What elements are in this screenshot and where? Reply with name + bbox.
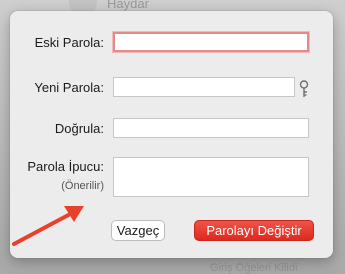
verify-label: Doğrula: (54, 121, 104, 136)
change-password-button[interactable]: Parolayı Değiştir (194, 220, 314, 241)
annotation-arrow (12, 206, 84, 246)
user-name: Haydar (107, 0, 149, 11)
key-icon[interactable] (298, 80, 310, 98)
hint-recommended-label: (Önerilir) (61, 180, 104, 192)
cancel-button[interactable]: Vazgeç (111, 220, 165, 241)
background-button-text: Giriş Öğeleri Kilidi (210, 262, 298, 274)
old-password-field[interactable] (113, 32, 309, 52)
new-password-label: Yeni Parola: (34, 80, 104, 95)
new-password-field[interactable] (113, 77, 295, 97)
verify-field[interactable] (113, 118, 309, 138)
hint-label: Parola İpucu: (27, 159, 104, 174)
hint-field[interactable] (113, 157, 309, 197)
old-password-label: Eski Parola: (34, 35, 104, 50)
